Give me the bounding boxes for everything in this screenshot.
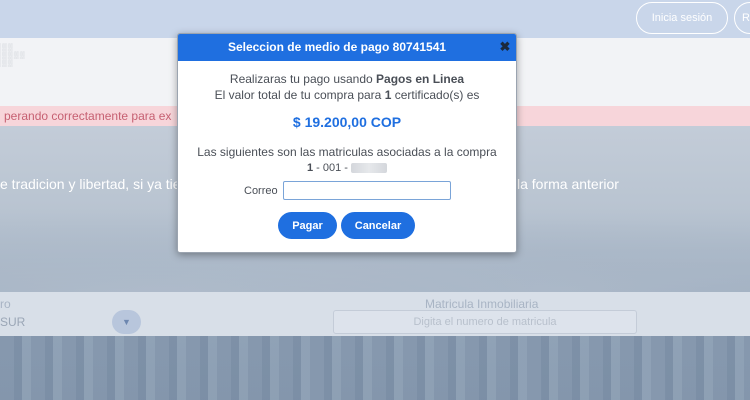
- matricula-label: Matricula Inmobiliaria: [425, 297, 539, 311]
- payment-method-name: Pagos en Linea: [376, 72, 465, 86]
- total-line: El valor total de tu compra para 1 certi…: [178, 88, 516, 102]
- redacted-number: [351, 163, 388, 174]
- close-icon[interactable]: ✖: [498, 39, 512, 55]
- matricula-item: 1 - 001 -: [178, 162, 516, 174]
- email-field[interactable]: [283, 181, 451, 200]
- payment-method-prefix: Realizaras tu pago usando: [229, 72, 377, 86]
- payment-modal: Seleccion de medio de pago 80741541 ✖ Re…: [177, 33, 517, 253]
- chevron-down-icon[interactable]: ▼: [112, 310, 141, 334]
- payment-method-line: Realizaras tu pago usando Pagos en Linea: [178, 72, 516, 86]
- matricula-input[interactable]: Digita el numero de matricula: [333, 310, 637, 334]
- matricula-code: - 001 -: [313, 162, 352, 174]
- hero-headline-right: la forma anterior: [517, 176, 619, 192]
- total-price: $ 19.200,00 COP: [292, 114, 402, 130]
- left-field-label: ro: [0, 297, 11, 311]
- modal-header: Seleccion de medio de pago 80741541 ✖: [178, 34, 516, 61]
- pay-button[interactable]: Pagar: [278, 212, 337, 239]
- matriculas-text: Las siguientes son las matriculas asocia…: [197, 145, 497, 159]
- hero-headline-left: e tradicion y libertad, si ya tie: [0, 176, 181, 192]
- modal-title: Seleccion de medio de pago 80741541: [227, 40, 447, 54]
- cancel-button[interactable]: Cancelar: [341, 212, 415, 239]
- total-prefix: El valor total de tu compra para: [214, 88, 385, 102]
- email-label: Correo: [244, 185, 278, 197]
- login-button[interactable]: Inicia sesión: [636, 2, 728, 34]
- total-suffix: certificado(s) es: [391, 88, 480, 102]
- logo: ▒▒▒▒▒▒▒▒▒▒▒: [0, 44, 26, 67]
